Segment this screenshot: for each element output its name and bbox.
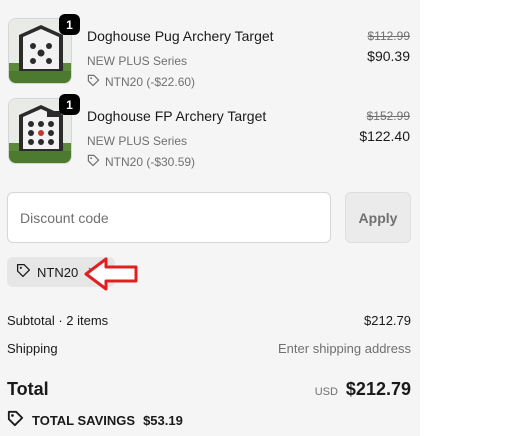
total-label: Total: [7, 379, 49, 399]
shipping-value: Enter shipping address: [278, 341, 411, 356]
product-title: Doghouse FP Archery Target: [87, 108, 267, 124]
shipping-row: Shipping Enter shipping address: [7, 341, 411, 356]
savings-value: $53.19: [143, 412, 183, 428]
item-discount-text: NTN20 (-$22.60): [105, 75, 196, 89]
item-discount: NTN20 (-$30.59): [87, 154, 195, 170]
subtotal-value: $212.79: [364, 313, 411, 328]
sale-price: $122.40: [359, 128, 410, 144]
item-discount-text: NTN20 (-$30.59): [105, 155, 196, 169]
product-variant: NEW PLUS Series: [87, 54, 188, 68]
quantity-badge: 1: [59, 14, 80, 35]
product-thumbnail-wrap: 1: [8, 94, 80, 164]
tag-icon: [16, 263, 31, 281]
order-summary-panel: 1 Doghouse Pug Archery Target NEW PLUS S…: [0, 0, 420, 436]
quantity-badge: 1: [59, 94, 80, 115]
total-savings: TOTAL SAVINGS $53.19: [7, 410, 183, 430]
shipping-label: Shipping: [7, 341, 58, 356]
product-title: Doghouse Pug Archery Target: [87, 28, 274, 44]
savings-label: TOTAL SAVINGS: [32, 412, 136, 428]
line-item: 1 Doghouse FP Archery Target NEW PLUS Se…: [0, 94, 420, 170]
product-thumbnail-wrap: 1: [8, 14, 80, 84]
original-price: $152.99: [366, 109, 410, 123]
line-item: 1 Doghouse Pug Archery Target NEW PLUS S…: [0, 14, 420, 90]
sale-price: $90.39: [367, 48, 410, 64]
subtotal-row: Subtotal · 2 items $212.79: [7, 313, 411, 328]
red-arrow-icon: [82, 255, 140, 298]
tag-icon: [87, 154, 100, 170]
applied-code-label: NTN20: [37, 264, 79, 280]
total-amount: USD $212.79: [315, 379, 411, 400]
currency-code: USD: [314, 386, 338, 398]
discount-code-input[interactable]: [7, 192, 331, 243]
original-price: $112.99: [367, 29, 411, 43]
tag-icon: [7, 410, 24, 430]
item-discount: NTN20 (-$22.60): [87, 74, 195, 90]
total-value: $212.79: [345, 379, 411, 399]
apply-button[interactable]: Apply: [345, 192, 411, 243]
subtotal-label: Subtotal · 2 items: [7, 313, 109, 328]
product-variant: NEW PLUS Series: [87, 134, 188, 148]
total-row: Total USD $212.79: [7, 379, 411, 400]
tag-icon: [87, 74, 100, 90]
